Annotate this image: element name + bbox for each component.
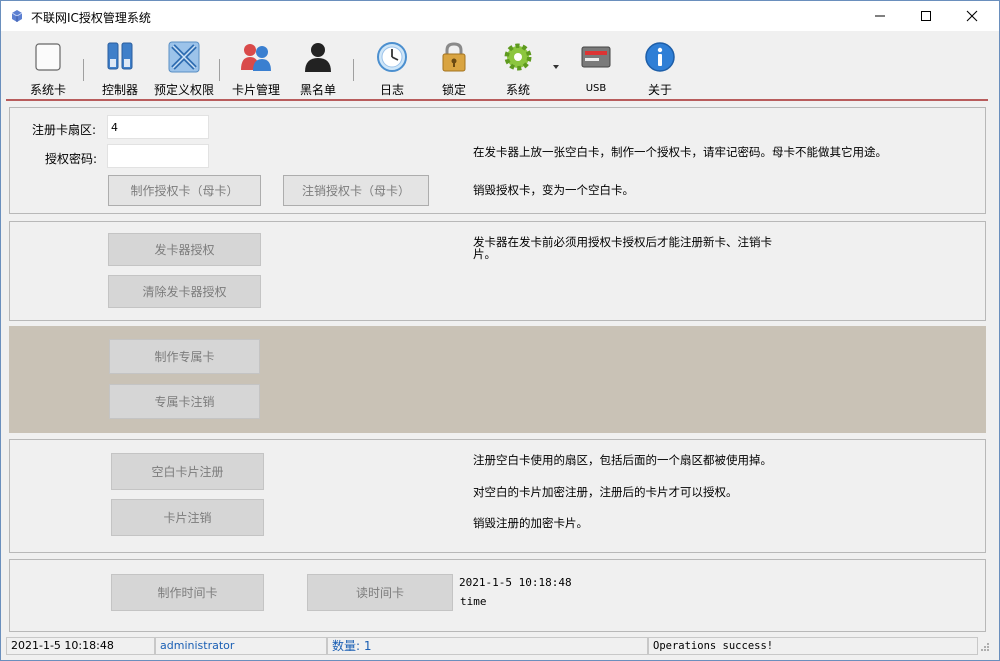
cancel-exclusive-card-button[interactable]: 专属卡注销 xyxy=(109,384,260,419)
toolbar-usb[interactable]: USB xyxy=(572,37,620,95)
toolbar-label: 关于 xyxy=(647,83,672,97)
card-management-icon xyxy=(241,44,271,71)
status-count: 数量: 1 xyxy=(327,637,648,655)
status-datetime: 2021-1-5 10:18:48 xyxy=(6,637,155,655)
clear-issuer-auth-button[interactable]: 清除发卡器授权 xyxy=(108,275,261,308)
toolbar-label: 黑名单 xyxy=(299,83,336,97)
password-input[interactable] xyxy=(107,144,209,168)
minimize-icon xyxy=(875,15,885,17)
issuer-authorize-button[interactable]: 发卡器授权 xyxy=(108,233,261,266)
make-auth-card-button[interactable]: 制作授权卡（母卡） xyxy=(108,175,261,206)
app-window: 不联网IC授权管理系统 系统卡 控制器 预定义权限 卡片管理 黑名单 日志 锁定… xyxy=(0,0,1000,661)
toolbar-blacklist[interactable]: 黑名单 xyxy=(294,37,342,97)
toolbar-system-card[interactable]: 系统卡 xyxy=(24,37,72,97)
title-bar: 不联网IC授权管理系统 xyxy=(1,1,999,31)
blank-card-register-button[interactable]: 空白卡片注册 xyxy=(111,453,264,490)
issuer-auth-panel: 发卡器授权 清除发卡器授权 发卡器在发卡前必须用授权卡授权后才能注册新卡、注销卡… xyxy=(9,221,986,321)
toolbar-about[interactable]: 关于 xyxy=(636,37,684,97)
note-register-sector: 注册空白卡使用的扇区，包括后面的一个扇区都被使用掉。 xyxy=(473,453,772,467)
note-issuer-auth: 发卡器在发卡前必须用授权卡授权后才能注册新卡、注销卡片。 xyxy=(473,235,772,261)
toolbar-predefined-permission[interactable]: 预定义权限 xyxy=(152,37,216,97)
exclusive-card-panel: 制作专属卡 专属卡注销 xyxy=(9,326,986,433)
maximize-icon xyxy=(921,11,931,21)
toolbar-card-management[interactable]: 卡片管理 xyxy=(228,37,284,97)
window-title: 不联网IC授权管理系统 xyxy=(31,11,151,25)
close-button[interactable] xyxy=(949,1,995,31)
toolbar-separator xyxy=(353,59,354,81)
resize-grip-icon[interactable] xyxy=(980,642,990,652)
note-destroy-card: 销毁注册的加密卡片。 xyxy=(473,516,588,530)
about-info-icon xyxy=(645,42,675,72)
toolbar-controller[interactable]: 控制器 xyxy=(96,37,144,97)
read-time-card-button[interactable]: 读时间卡 xyxy=(307,574,453,611)
time-label: time xyxy=(460,595,487,608)
toolbar-label: 控制器 xyxy=(101,83,138,97)
toolbar-system[interactable]: 系统 xyxy=(494,37,542,97)
note-register-encrypt: 对空白的卡片加密注册，注册后的卡片才可以授权。 xyxy=(473,485,738,499)
password-label: 授权密码: xyxy=(45,152,98,166)
status-user: administrator xyxy=(155,637,327,655)
main-toolbar: 系统卡 控制器 预定义权限 卡片管理 黑名单 日志 锁定 系统 USB 关于 xyxy=(6,33,988,101)
lock-icon xyxy=(442,42,466,72)
toolbar-label: 系统卡 xyxy=(29,83,66,97)
toolbar-separator xyxy=(219,59,220,81)
close-icon xyxy=(966,10,978,22)
system-card-icon xyxy=(35,43,61,71)
log-clock-icon xyxy=(377,42,407,72)
toolbar-label: USB xyxy=(585,83,607,94)
toolbar-label: 预定义权限 xyxy=(153,83,214,97)
make-exclusive-card-button[interactable]: 制作专属卡 xyxy=(109,339,260,374)
toolbar-label: 锁定 xyxy=(441,83,466,97)
toolbar-log[interactable]: 日志 xyxy=(368,37,416,97)
minimize-button[interactable] xyxy=(857,1,903,31)
time-card-panel: 制作时间卡 读时间卡 2021-1-5 10:18:48 time xyxy=(9,559,986,632)
status-message: Operations success! xyxy=(648,637,978,655)
make-time-card-button[interactable]: 制作时间卡 xyxy=(111,574,264,611)
toolbar-label: 日志 xyxy=(379,83,404,97)
system-gear-icon xyxy=(504,43,532,71)
sector-input[interactable] xyxy=(107,115,209,139)
cancel-auth-card-button[interactable]: 注销授权卡（母卡） xyxy=(283,175,429,206)
note-make-auth-card: 在发卡器上放一张空白卡，制作一个授权卡，请牢记密码。母卡不能做其它用途。 xyxy=(473,145,887,159)
status-bar: 2021-1-5 10:18:48 administrator 数量: 1 Op… xyxy=(6,637,992,655)
time-value: 2021-1-5 10:18:48 xyxy=(459,576,572,589)
predefined-permission-icon xyxy=(168,41,200,73)
sector-label: 注册卡扇区: xyxy=(32,123,97,137)
maximize-button[interactable] xyxy=(903,1,949,31)
auth-card-panel: 注册卡扇区: 授权密码: 制作授权卡（母卡） 注销授权卡（母卡） 在发卡器上放一… xyxy=(9,107,986,214)
app-icon xyxy=(11,10,23,22)
card-cancel-button[interactable]: 卡片注销 xyxy=(111,499,264,536)
blacklist-icon xyxy=(305,43,331,72)
toolbar-lock[interactable]: 锁定 xyxy=(430,37,478,97)
controller-icon xyxy=(107,42,133,70)
card-register-panel: 空白卡片注册 卡片注销 注册空白卡使用的扇区，包括后面的一个扇区都被使用掉。 对… xyxy=(9,439,986,553)
toolbar-separator xyxy=(83,59,84,81)
note-cancel-auth-card: 销毁授权卡，变为一个空白卡。 xyxy=(473,183,634,197)
usb-card-reader-icon xyxy=(581,46,611,68)
toolbar-label: 系统 xyxy=(505,83,530,97)
toolbar-label: 卡片管理 xyxy=(231,83,280,97)
system-dropdown-icon[interactable] xyxy=(553,65,561,71)
